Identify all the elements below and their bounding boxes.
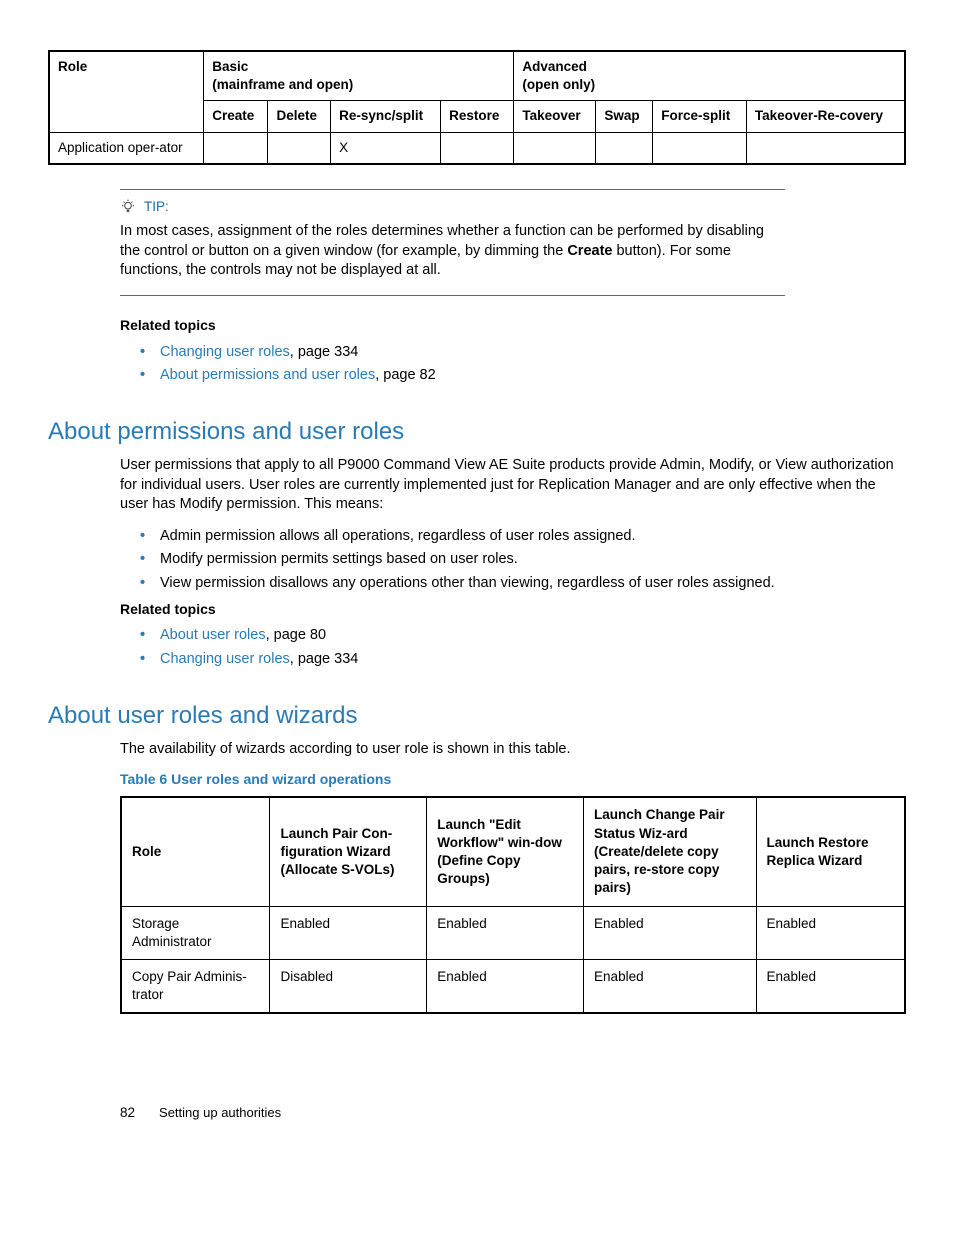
roles-functions-table: Role Basic (mainframe and open) Advanced… [48,50,906,165]
col-swap: Swap [596,101,653,132]
cell-value: Enabled [756,906,905,959]
cell-takeoverrec [746,132,905,164]
cell-forcesplit [653,132,747,164]
col-create: Create [204,101,268,132]
col-resync: Re-sync/split [331,101,441,132]
table-row: Application oper-ator X [49,132,905,164]
tip-block: TIP: In most cases, assignment of the ro… [120,189,785,296]
section-para: The availability of wizards according to… [120,740,906,760]
table-row: Copy Pair Adminis-trator Disabled Enable… [121,959,905,1013]
cell-role: Application oper-ator [49,132,204,164]
related-topics-list: About user roles, page 80 Changing user … [140,624,906,671]
col-advanced: Advanced (open only) [514,51,905,101]
list-item: About permissions and user roles, page 8… [140,364,906,388]
cell-role: Storage Administrator [121,906,270,959]
page-footer: 82 Setting up authorities [120,1104,906,1122]
col-takeover: Takeover [514,101,596,132]
footer-section: Setting up authorities [159,1104,281,1122]
table-row: Storage Administrator Enabled Enabled En… [121,906,905,959]
cell-value: Enabled [584,959,756,1013]
col-launch-restore-replica: Launch Restore Replica Wizard [756,797,905,906]
cell-resync: X [331,132,441,164]
related-topics-heading: Related topics [120,316,906,335]
page-number: 82 [120,1104,135,1122]
cell-value: Enabled [427,906,584,959]
col-role: Role [121,797,270,906]
tip-top-rule [120,189,785,190]
cell-role: Copy Pair Adminis-trator [121,959,270,1013]
link-changing-user-roles[interactable]: Changing user roles [160,344,290,360]
col-launch-pair-config: Launch Pair Con-figuration Wizard (Alloc… [270,797,427,906]
tip-header: TIP: [120,198,785,216]
list-item: About user roles, page 80 [140,624,906,648]
lightbulb-icon [120,199,136,215]
tip-bottom-rule [120,295,785,296]
col-role: Role [49,51,204,132]
col-restore: Restore [441,101,514,132]
list-item: Modify permission permits settings based… [140,548,906,572]
cell-value: Enabled [270,906,427,959]
col-launch-change-pair-status: Launch Change Pair Status Wiz-ard (Creat… [584,797,756,906]
cell-swap [596,132,653,164]
cell-value: Enabled [427,959,584,1013]
cell-value: Disabled [270,959,427,1013]
col-takeoverrec: Takeover-Re-covery [746,101,905,132]
list-item: Changing user roles, page 334 [140,341,906,365]
cell-value: Enabled [756,959,905,1013]
related-topics-list: Changing user roles, page 334 About perm… [140,341,906,388]
table-caption: Table 6 User roles and wizard operations [120,770,906,789]
cell-takeover [514,132,596,164]
col-forcesplit: Force-split [653,101,747,132]
related-topics-heading: Related topics [120,600,906,619]
list-item: View permission disallows any operations… [140,572,906,596]
col-basic: Basic (mainframe and open) [204,51,514,101]
cell-delete [268,132,331,164]
tip-label: TIP: [144,198,169,216]
section-title-permissions: About permissions and user roles [48,416,906,448]
tip-text: In most cases, assignment of the roles d… [120,222,785,281]
list-item: Changing user roles, page 334 [140,648,906,672]
permissions-bullets: Admin permission allows all operations, … [140,525,906,596]
col-delete: Delete [268,101,331,132]
list-item: Admin permission allows all operations, … [140,525,906,549]
link-about-permissions[interactable]: About permissions and user roles [160,367,375,383]
cell-create [204,132,268,164]
cell-restore [441,132,514,164]
col-launch-edit-workflow: Launch "Edit Workflow" win-dow (Define C… [427,797,584,906]
section-title-wizards: About user roles and wizards [48,700,906,732]
roles-wizards-table: Role Launch Pair Con-figuration Wizard (… [120,796,906,1014]
link-changing-user-roles[interactable]: Changing user roles [160,651,290,667]
cell-value: Enabled [584,906,756,959]
link-about-user-roles[interactable]: About user roles [160,627,266,643]
section-para: User permissions that apply to all P9000… [120,456,906,515]
